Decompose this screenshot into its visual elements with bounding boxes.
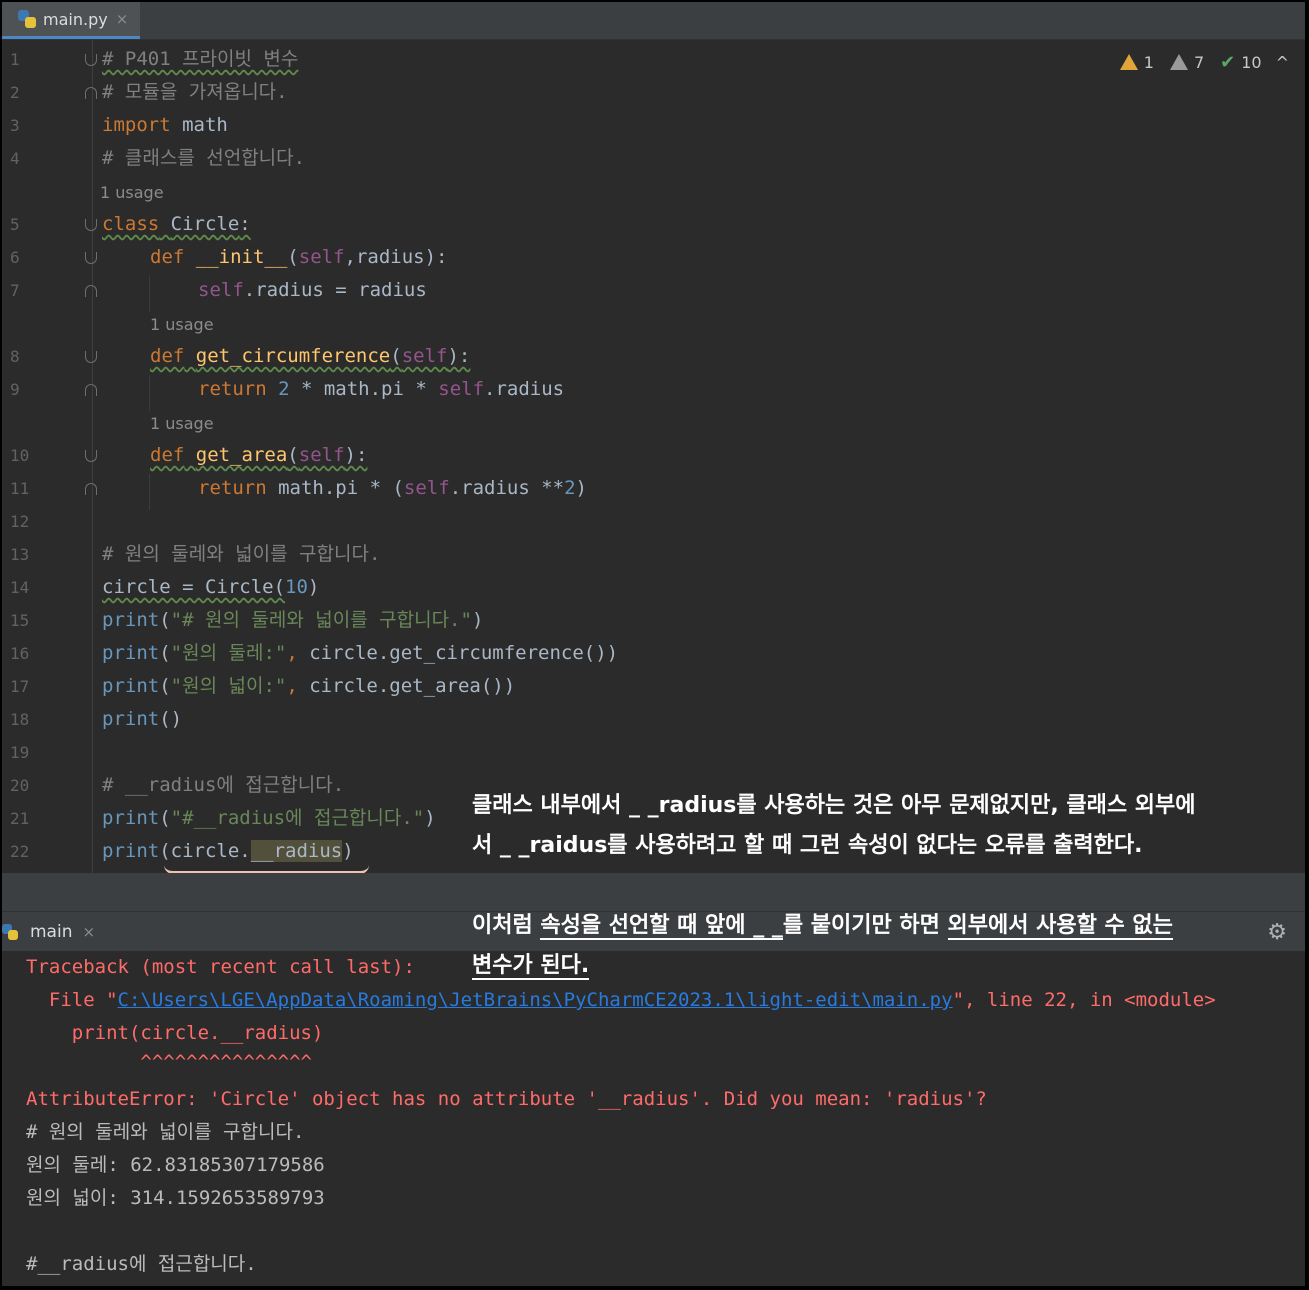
fold-icon[interactable] [85, 483, 97, 495]
code-line-19: 19 [10, 743, 30, 762]
tab-main-py[interactable]: main.py × [2, 2, 140, 39]
traceback-line: Traceback (most recent call last): [26, 956, 415, 978]
python-run-icon [2, 924, 18, 940]
fold-icon[interactable] [85, 219, 97, 231]
output-line: 원의 넓이: 314.1592653589793 [26, 1187, 325, 1209]
annotation-line-2: 서 _ _raidus를 사용하려고 할 때 그런 속성이 없다는 오류를 출력… [472, 833, 1143, 858]
code-line-10: 10 def get_area(self): [10, 444, 368, 466]
fold-icon[interactable] [85, 252, 97, 264]
code-line-5: 5 class Circle: [10, 213, 251, 235]
fold-icon[interactable] [85, 384, 97, 396]
close-icon[interactable]: × [116, 10, 129, 28]
error-message: AttributeError: 'Circle' object has no a… [26, 1088, 987, 1110]
fold-icon[interactable] [85, 351, 97, 363]
code-line-16: 16 print("원의 둘레:", circle.get_circumfere… [10, 642, 619, 664]
fold-icon[interactable] [85, 285, 97, 297]
run-tab-label: main [30, 922, 73, 942]
annotation-line-3: 이처럼 속성을 선언할 때 앞에 _ _를 붙이기만 하면 외부에서 사용할 수… [472, 913, 1173, 940]
file-path-link[interactable]: C:\Users\LGE\AppData\Roaming\JetBrains\P… [118, 989, 953, 1011]
annotation-line-4: 변수가 된다. [472, 953, 590, 980]
fold-icon[interactable] [85, 54, 97, 66]
usage-hint[interactable]: 1 usage [150, 407, 214, 440]
code-editor[interactable]: 1 7 ✔ 10 ^ 1 # P401 프라이빗 변수 2 # 모듈을 가져옵니… [2, 40, 1305, 873]
code-line-8: 8 def get_circumference(self): [10, 345, 471, 367]
close-icon[interactable]: × [82, 923, 95, 941]
code-line-13: 13 # 원의 둘레와 넓이를 구합니다. [10, 543, 381, 565]
code-line-15: 15 print("# 원의 둘레와 넓이를 구합니다.") [10, 609, 484, 631]
ide-window: main.py × 1 7 ✔ 10 ^ 1 # P401 프라이빗 변수 2 [2, 2, 1305, 1286]
code-line-17: 17 print("원의 넓이:", circle.get_area()) [10, 675, 516, 697]
tab-label: main.py [43, 9, 108, 29]
code-line-7: 7 self.radius = radius [10, 279, 427, 301]
code-line-3: 3 import math [10, 114, 228, 136]
gear-icon[interactable]: ⚙ [1267, 920, 1287, 945]
code-line-4: 4 # 클래스를 선언합니다. [10, 147, 306, 169]
code-line-9: 9 return 2 * math.pi * self.radius [10, 378, 565, 400]
usage-hint[interactable]: 1 usage [100, 176, 164, 209]
tab-run-main[interactable]: main × [2, 912, 95, 952]
console-output[interactable]: Traceback (most recent call last): File … [2, 951, 1305, 1286]
code-line-1: 1 # P401 프라이빗 변수 [10, 48, 299, 70]
output-line: #__radius에 접근합니다. [26, 1253, 257, 1275]
code-line-18: 18 print() [10, 708, 183, 730]
fold-icon[interactable] [85, 87, 97, 99]
usage-hint[interactable]: 1 usage [150, 308, 214, 341]
editor-tab-bar: main.py × [2, 2, 1305, 40]
code-line-11: 11 return math.pi * (self.radius **2) [10, 477, 587, 499]
code-line-6: 6 def __init__(self,radius): [10, 246, 448, 268]
fold-icon[interactable] [85, 450, 97, 462]
output-line: # 원의 둘레와 넓이를 구합니다. [26, 1121, 305, 1143]
code-line-12: 12 [10, 512, 30, 531]
code-line-2: 2 # 모듈을 가져옵니다. [10, 81, 288, 103]
annotation-line-1: 클래스 내부에서 _ _radius를 사용하는 것은 아무 문제없지만, 클래… [472, 793, 1196, 818]
output-line: 원의 둘레: 62.83185307179586 [26, 1154, 325, 1176]
traceback-carets: ^^^^^^^^^^^^^^^ [26, 1051, 312, 1073]
code-line-14: 14 circle = Circle(10) [10, 576, 320, 598]
python-file-icon [18, 10, 36, 28]
traceback-file-line: File "C:\Users\LGE\AppData\Roaming\JetBr… [26, 989, 1216, 1011]
